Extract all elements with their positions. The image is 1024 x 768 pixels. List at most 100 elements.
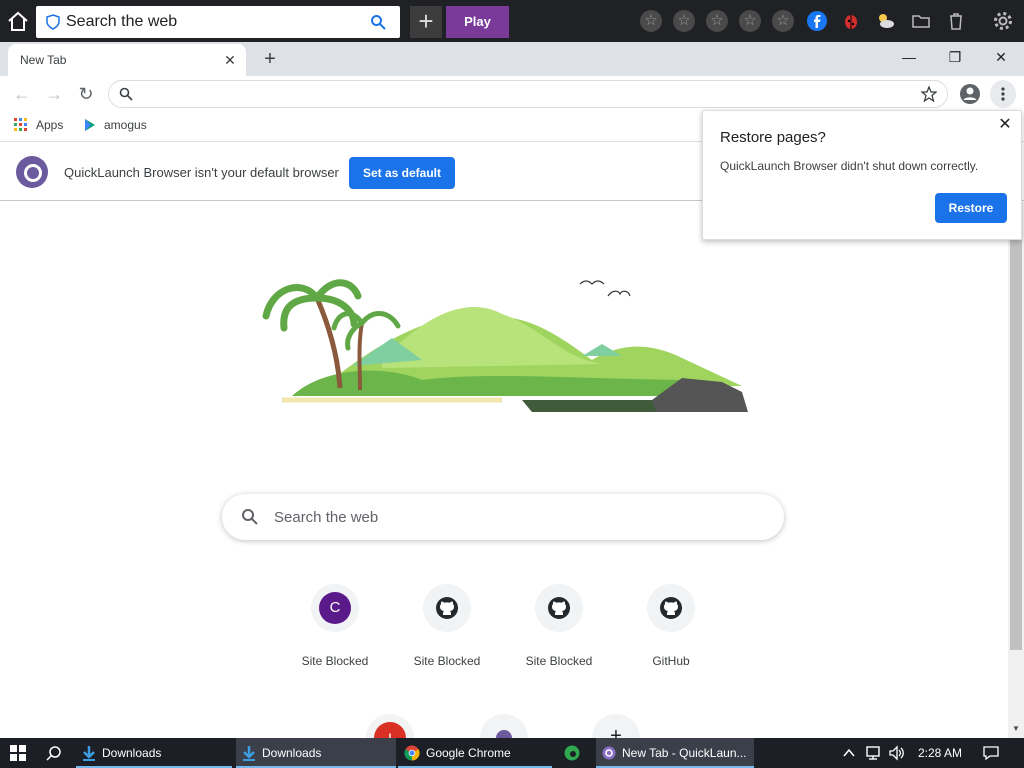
close-tab-icon[interactable]: ✕ [222, 52, 238, 68]
add-button[interactable]: + [410, 6, 442, 38]
star-icon[interactable]: ☆ [739, 10, 761, 32]
taskbar-item-downloads[interactable]: Downloads [76, 738, 232, 768]
download-arrow-icon [83, 746, 95, 761]
github-icon [660, 597, 682, 619]
taskbar-item-label: Downloads [262, 746, 322, 760]
landscape-illustration [262, 279, 748, 412]
profile-icon[interactable] [959, 83, 981, 105]
back-button[interactable]: ← [12, 84, 32, 104]
apps-grid-icon [14, 118, 27, 131]
scroll-down-icon[interactable]: ▼ [1008, 724, 1024, 736]
tab-title: New Tab [20, 53, 67, 67]
shortcut-label: Site Blocked [301, 654, 369, 668]
taskbar-item-edge[interactable] [558, 738, 592, 768]
play-store-icon [85, 119, 95, 131]
weather-icon[interactable] [874, 10, 896, 32]
bookmark-label: Apps [36, 118, 64, 132]
trash-icon[interactable] [945, 10, 967, 32]
edge-icon [564, 745, 580, 761]
folder-icon[interactable] [910, 10, 932, 32]
clock[interactable]: 2:28 AM [918, 746, 962, 760]
shortcut-tile[interactable]: Site Blocked [402, 584, 492, 668]
volume-icon[interactable] [888, 745, 906, 761]
star-icon[interactable]: ☆ [772, 10, 794, 32]
restore-button[interactable]: Restore [935, 193, 1007, 223]
github-icon [548, 597, 570, 619]
shortcut-label: GitHub [652, 654, 690, 668]
github-icon [436, 597, 458, 619]
taskbar-item-new-tab[interactable]: New Tab - QuickLaun... [596, 738, 754, 768]
taskbar-item-chrome[interactable]: Google Chrome [398, 738, 552, 768]
star-icon[interactable]: ☆ [706, 10, 728, 32]
bookmark-star-icon[interactable] [921, 86, 937, 102]
close-icon[interactable]: ✕ [997, 117, 1013, 133]
bookmark-label: amogus [104, 118, 147, 132]
settings-icon[interactable] [992, 10, 1014, 32]
shortcut-icon [647, 584, 695, 632]
play-button[interactable]: Play [446, 6, 509, 38]
restore-pages-dialog: Restore pages? ✕ QuickLaunch Browser did… [702, 110, 1022, 240]
shortcut-tile-partial[interactable]: I [366, 714, 414, 738]
network-icon[interactable] [864, 745, 882, 761]
facebook-icon[interactable] [806, 10, 828, 32]
quicklaunch-logo-icon [602, 746, 616, 760]
bookmark-apps[interactable]: Apps [14, 118, 63, 132]
infobar-message: QuickLaunch Browser isn't your default b… [64, 165, 339, 180]
shortcut-label: Site Blocked [525, 654, 593, 668]
chrome-icon [404, 745, 420, 761]
shield-icon [46, 14, 60, 30]
address-bar[interactable] [108, 80, 948, 108]
shortcut-icon: C [311, 584, 359, 632]
home-icon[interactable] [6, 10, 30, 32]
minimize-button[interactable]: — [886, 42, 932, 74]
ntp-search-placeholder: Search the web [274, 508, 379, 526]
toolbar-search-placeholder: Search the web [66, 13, 178, 30]
navigation-bar: ← → ↻ [0, 76, 1024, 112]
search-icon[interactable] [46, 745, 62, 761]
download-arrow-icon [243, 746, 255, 761]
add-shortcut-partial[interactable]: + [592, 714, 640, 738]
toolbar-search-box[interactable]: Search the web [36, 6, 400, 38]
letter-avatar-icon: I [374, 722, 406, 738]
quicklaunch-logo-icon [496, 730, 512, 738]
close-window-button[interactable]: ✕ [978, 42, 1024, 74]
new-tab-button[interactable]: + [258, 48, 282, 72]
notifications-icon[interactable] [982, 745, 1000, 761]
tab-strip: New Tab ✕ + — ❐ ✕ [0, 42, 1024, 76]
shortcut-icon [423, 584, 471, 632]
search-icon [242, 509, 258, 525]
taskbar: Downloads Downloads Google Chrome New Ta… [0, 738, 1024, 768]
shortcut-tile[interactable]: C Site Blocked [290, 584, 380, 668]
tab-new-tab[interactable]: New Tab ✕ [8, 44, 246, 76]
new-tab-page: Search the web C Site Blocked Site Block… [0, 202, 1008, 738]
reload-button[interactable]: ↻ [76, 84, 96, 104]
dialog-title: Restore pages? [720, 129, 826, 146]
shortcut-tile[interactable]: Site Blocked [514, 584, 604, 668]
ladybug-icon[interactable] [840, 10, 862, 32]
shortcut-icon [535, 584, 583, 632]
more-vert-icon [1001, 87, 1005, 101]
set-as-default-button[interactable]: Set as default [349, 157, 455, 189]
page-scrollbar[interactable]: ▼ [1008, 202, 1024, 738]
dialog-message: QuickLaunch Browser didn't shut down cor… [720, 159, 979, 173]
ntp-search-box[interactable]: Search the web [222, 494, 784, 540]
taskbar-item-label: Google Chrome [426, 746, 511, 760]
shortcut-tile-partial[interactable] [480, 714, 528, 738]
shortcut-label: Site Blocked [413, 654, 481, 668]
bookmark-amogus[interactable]: amogus [84, 118, 147, 132]
scrollbar-thumb[interactable] [1010, 240, 1022, 650]
search-icon [119, 87, 133, 101]
taskbar-item-downloads[interactable]: Downloads [236, 738, 396, 768]
menu-button[interactable] [990, 80, 1016, 108]
restore-button[interactable]: ❐ [932, 42, 978, 74]
star-icon[interactable]: ☆ [673, 10, 695, 32]
windows-start-icon[interactable] [10, 745, 26, 761]
letter-avatar-icon: C [319, 592, 351, 624]
chevron-up-icon[interactable] [843, 747, 855, 759]
star-icon[interactable]: ☆ [640, 10, 662, 32]
taskbar-item-label: New Tab - QuickLaun... [622, 746, 747, 760]
add-shortcut-icon: + [610, 725, 622, 738]
shortcut-tile[interactable]: GitHub [626, 584, 716, 668]
search-icon[interactable] [370, 14, 386, 30]
forward-button[interactable]: → [44, 84, 64, 104]
